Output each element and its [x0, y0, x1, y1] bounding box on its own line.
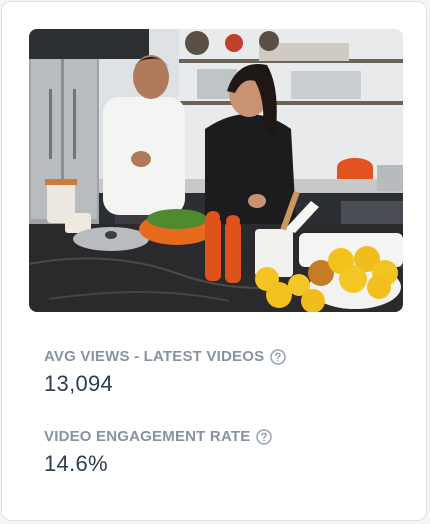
engagement-rate-value: 14.6% — [44, 451, 108, 476]
avg-views-metric: AVG VIEWS - LATEST VIDEOS 13,094 — [44, 348, 287, 397]
avg-views-label: AVG VIEWS - LATEST VIDEOS — [44, 348, 265, 365]
metric-label-row: AVG VIEWS - LATEST VIDEOS — [44, 348, 287, 365]
avg-views-value: 13,094 — [44, 371, 114, 396]
help-icon[interactable] — [270, 348, 287, 365]
metric-label-row: VIDEO ENGAGEMENT RATE — [44, 428, 273, 445]
kitchen-photo — [29, 29, 403, 312]
video-stats-card: AVG VIEWS - LATEST VIDEOS 13,094 VIDEO E… — [1, 1, 427, 521]
engagement-rate-metric: VIDEO ENGAGEMENT RATE 14.6% — [44, 428, 273, 477]
engagement-rate-label: VIDEO ENGAGEMENT RATE — [44, 428, 251, 445]
help-icon[interactable] — [256, 428, 273, 445]
